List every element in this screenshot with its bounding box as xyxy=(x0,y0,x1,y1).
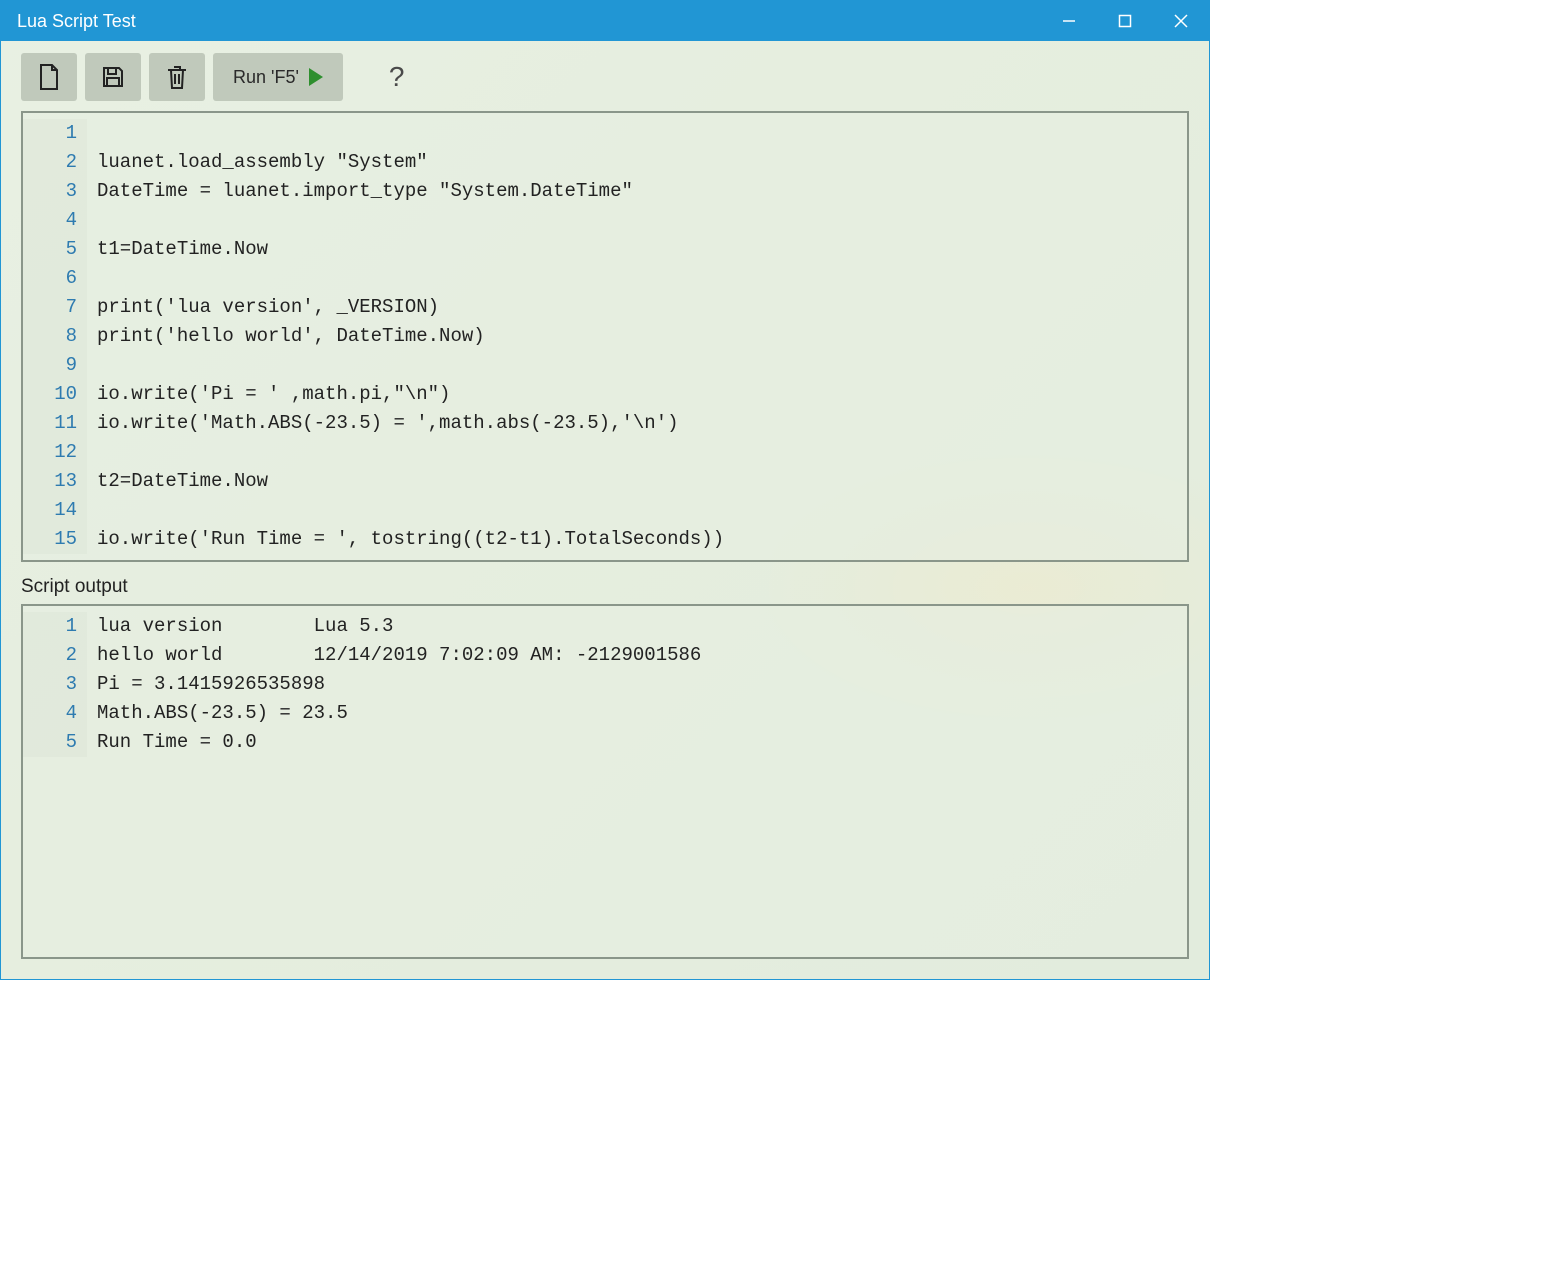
app-window: Lua Script Test xyxy=(0,0,1210,980)
code-line: t1=DateTime.Now xyxy=(97,235,1187,264)
line-number: 12 xyxy=(23,438,77,467)
line-number: 8 xyxy=(23,322,77,351)
code-line xyxy=(97,438,1187,467)
code-line: print('lua version', _VERSION) xyxy=(97,293,1187,322)
titlebar: Lua Script Test xyxy=(1,1,1209,41)
delete-button[interactable] xyxy=(149,53,205,101)
code-line: io.write('Run Time = ', tostring((t2-t1)… xyxy=(97,525,1187,554)
line-number: 13 xyxy=(23,467,77,496)
code-line xyxy=(97,119,1187,148)
line-number: 11 xyxy=(23,409,77,438)
line-number: 15 xyxy=(23,525,77,554)
code-line: hello world 12/14/2019 7:02:09 AM: -2129… xyxy=(97,641,1187,670)
code-line: Run Time = 0.0 xyxy=(97,728,1187,757)
code-editor[interactable]: 123456789101112131415 luanet.load_assemb… xyxy=(21,111,1189,562)
new-file-button[interactable] xyxy=(21,53,77,101)
run-button-label: Run 'F5' xyxy=(233,67,299,88)
line-number: 3 xyxy=(23,670,77,699)
output-content: lua version Lua 5.3hello world 12/14/201… xyxy=(87,612,1187,757)
line-number: 4 xyxy=(23,206,77,235)
minimize-icon xyxy=(1062,14,1076,28)
line-number: 3 xyxy=(23,177,77,206)
line-number: 2 xyxy=(23,148,77,177)
window-title: Lua Script Test xyxy=(17,11,1041,32)
code-line: t2=DateTime.Now xyxy=(97,467,1187,496)
code-line: DateTime = luanet.import_type "System.Da… xyxy=(97,177,1187,206)
help-button[interactable]: ? xyxy=(379,61,415,93)
line-number: 1 xyxy=(23,119,77,148)
code-line xyxy=(97,206,1187,235)
code-line: luanet.load_assembly "System" xyxy=(97,148,1187,177)
window-controls xyxy=(1041,1,1209,41)
line-number: 6 xyxy=(23,264,77,293)
line-number: 7 xyxy=(23,293,77,322)
line-number: 9 xyxy=(23,351,77,380)
trash-icon xyxy=(166,64,188,90)
play-icon xyxy=(309,68,323,86)
close-icon xyxy=(1174,14,1188,28)
output-panel: 12345 lua version Lua 5.3hello world 12/… xyxy=(21,604,1189,959)
help-icon: ? xyxy=(389,61,405,92)
code-content[interactable]: luanet.load_assembly "System"DateTime = … xyxy=(87,119,1187,554)
line-number: 5 xyxy=(23,728,77,757)
code-line xyxy=(97,264,1187,293)
code-line xyxy=(97,496,1187,525)
line-number: 5 xyxy=(23,235,77,264)
close-button[interactable] xyxy=(1153,1,1209,41)
line-number: 1 xyxy=(23,612,77,641)
output-gutter: 12345 xyxy=(23,612,87,757)
save-icon xyxy=(101,65,125,89)
code-line: Pi = 3.1415926535898 xyxy=(97,670,1187,699)
line-number: 4 xyxy=(23,699,77,728)
toolbar: Run 'F5' ? xyxy=(1,41,1209,111)
code-gutter: 123456789101112131415 xyxy=(23,119,87,554)
code-line: print('hello world', DateTime.Now) xyxy=(97,322,1187,351)
code-line: io.write('Math.ABS(-23.5) = ',math.abs(-… xyxy=(97,409,1187,438)
line-number: 10 xyxy=(23,380,77,409)
line-number: 14 xyxy=(23,496,77,525)
run-button[interactable]: Run 'F5' xyxy=(213,53,343,101)
code-line: io.write('Pi = ' ,math.pi,"\n") xyxy=(97,380,1187,409)
maximize-icon xyxy=(1118,14,1132,28)
code-line: Math.ABS(-23.5) = 23.5 xyxy=(97,699,1187,728)
code-line: lua version Lua 5.3 xyxy=(97,612,1187,641)
minimize-button[interactable] xyxy=(1041,1,1097,41)
save-button[interactable] xyxy=(85,53,141,101)
output-label: Script output xyxy=(1,562,1209,604)
code-line xyxy=(97,351,1187,380)
maximize-button[interactable] xyxy=(1097,1,1153,41)
line-number: 2 xyxy=(23,641,77,670)
file-icon xyxy=(38,64,60,90)
